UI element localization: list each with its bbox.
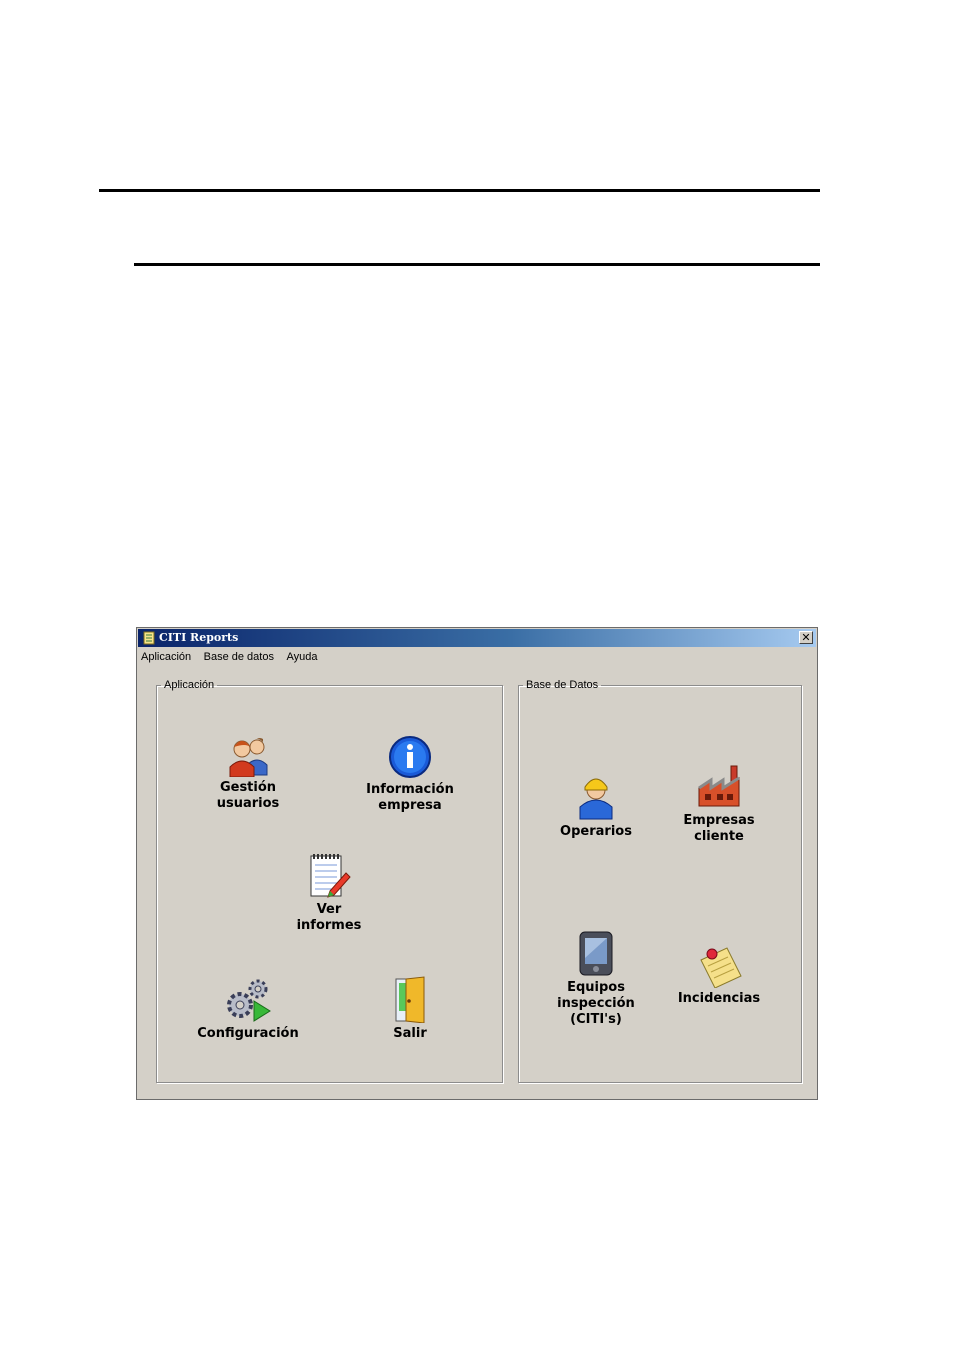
equipos-inspeccion-button[interactable]: Equipos inspección (CITI's) [531,929,661,1028]
factory-icon [698,765,740,807]
equipos-inspeccion-label: Equipos inspección (CITI's) [557,980,635,1027]
group-aplicacion: Aplicación Gestión usuarios Información … [156,679,503,1083]
title-bar[interactable]: CITI Reports ✕ [138,629,816,647]
citi-reports-window: CITI Reports ✕ Aplicación Base de datos … [136,627,818,1100]
info-icon [389,736,431,778]
close-icon: ✕ [801,631,811,644]
window-title: CITI Reports [159,631,239,644]
menu-base-de-datos[interactable]: Base de datos [204,651,274,663]
group-base-de-datos-legend: Base de Datos [526,679,599,691]
menu-ayuda[interactable]: Ayuda [286,651,317,663]
menu-bar: Aplicación Base de datos Ayuda [141,650,326,666]
users-icon [229,738,268,777]
gears-icon [227,979,271,1022]
door-icon [395,976,425,1023]
operarios-button[interactable]: Operarios [531,773,661,840]
ver-informes-button[interactable]: Ver informes [264,851,394,934]
note-pin-icon [700,947,742,988]
informacion-empresa-label: Información empresa [366,782,454,813]
empresas-cliente-label: Empresas cliente [683,813,755,844]
close-button[interactable]: ✕ [799,631,813,644]
ver-informes-label: Ver informes [296,902,362,933]
informacion-empresa-button[interactable]: Información empresa [345,735,475,814]
salir-button[interactable]: Salir [345,975,475,1042]
salir-label: Salir [393,1026,427,1041]
empresas-cliente-button[interactable]: Empresas cliente [654,764,784,845]
group-aplicacion-legend: Aplicación [164,679,215,691]
operarios-label: Operarios [560,824,632,839]
configuracion-button[interactable]: Configuración [183,977,313,1042]
menu-aplicacion[interactable]: Aplicación [141,651,191,663]
gestion-usuarios-button[interactable]: Gestión usuarios [183,735,313,812]
app-icon [143,631,155,645]
notepad-icon [310,854,351,898]
gestion-usuarios-label: Gestión usuarios [216,780,280,811]
incidencias-label: Incidencias [677,991,761,1006]
group-base-de-datos: Base de Datos Operarios Empresas cliente [518,679,802,1083]
worker-icon [579,778,613,820]
top-rule [99,189,820,192]
pda-icon [579,931,613,976]
incidencias-button[interactable]: Incidencias [654,944,784,1007]
second-rule [134,263,820,266]
configuracion-label: Configuración [197,1026,299,1041]
